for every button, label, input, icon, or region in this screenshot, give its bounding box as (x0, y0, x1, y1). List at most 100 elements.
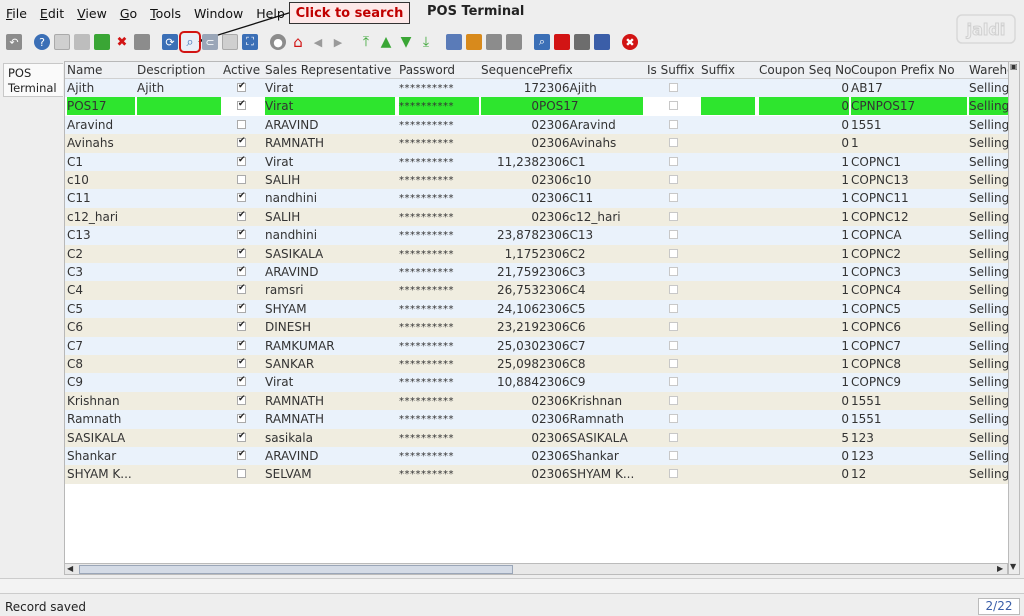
active-checkbox[interactable] (237, 99, 246, 111)
cell-sequence[interactable]: 0 (481, 136, 539, 150)
cell-sales-rep[interactable]: SANKAR (265, 357, 395, 371)
cell-coupon-seq[interactable]: 1 (759, 228, 849, 242)
print-preview-icon[interactable] (486, 34, 502, 50)
cell-prefix[interactable]: 2306Shankar (539, 449, 643, 463)
is-suffix-checkbox[interactable] (669, 359, 678, 368)
is-suffix-checkbox[interactable] (669, 101, 678, 111)
find-icon[interactable]: ⌕ (179, 31, 201, 53)
cell-name[interactable]: C5 (67, 302, 135, 316)
table-row[interactable]: KrishnanRAMNATH**********02306Krishnan01… (65, 391, 1019, 411)
cell-name[interactable]: Aravind (67, 118, 135, 132)
tab-pos-terminal[interactable]: POS Terminal (3, 63, 63, 97)
help-icon[interactable]: ? (34, 34, 50, 50)
cell-password[interactable]: ********** (399, 138, 479, 149)
cell-coupon-seq[interactable]: 1 (759, 302, 849, 316)
cell-sales-rep[interactable]: ARAVIND (265, 265, 395, 279)
undo-icon[interactable]: ↶ (6, 34, 22, 50)
active-checkbox[interactable] (237, 228, 246, 240)
cell-coupon-prefix[interactable]: COPNC7 (851, 339, 967, 353)
cell-prefix[interactable]: 2306C7 (539, 339, 643, 353)
cell-coupon-seq[interactable]: 0 (759, 118, 849, 132)
table-row[interactable]: AjithAjith Virat **********172306Ajith 0AB1… (65, 79, 1019, 98)
end-icon[interactable]: ✖ (622, 34, 638, 50)
cell-coupon-seq[interactable]: 0 (759, 394, 849, 408)
cell-name[interactable]: Ajith (67, 81, 135, 95)
cell-name[interactable]: C11 (67, 191, 135, 205)
cell-coupon-seq[interactable]: 5 (759, 431, 849, 445)
is-suffix-checkbox[interactable] (669, 322, 678, 332)
cell-name[interactable]: C9 (67, 375, 135, 389)
is-suffix-checkbox[interactable] (669, 156, 678, 166)
table-row[interactable]: ShankarARAVIND**********02306Shankar0123… (65, 447, 1019, 466)
is-suffix-checkbox[interactable] (669, 193, 678, 203)
print-icon[interactable] (506, 34, 522, 50)
cell-sales-rep[interactable]: Virat (265, 97, 395, 116)
column-header[interactable]: Is Suffix (647, 63, 695, 77)
cell-sequence[interactable]: 0 (481, 412, 539, 426)
cell-sequence[interactable]: 21,759 (481, 265, 539, 279)
active-checkbox[interactable] (237, 136, 246, 148)
cell-sequence[interactable]: 11,238 (481, 155, 539, 169)
zoom-across-icon[interactable]: ⌕ (534, 34, 550, 50)
cell-coupon-prefix[interactable]: COPNC6 (851, 320, 967, 334)
table-row[interactable]: C9Virat**********10,8842306C91COPNC9Sell… (65, 373, 1019, 392)
cell-prefix[interactable]: 2306C5 (539, 302, 643, 316)
vertical-scrollbar[interactable]: ▣ ▼ (1008, 61, 1020, 575)
cell-sales-rep[interactable]: RAMNATH (265, 412, 395, 426)
cell-password[interactable]: ********** (399, 175, 479, 186)
column-header[interactable]: Name (67, 63, 102, 77)
cell-name[interactable]: C4 (67, 283, 135, 297)
cell-coupon-seq[interactable]: 0 (759, 136, 849, 150)
is-suffix-checkbox[interactable] (669, 138, 678, 148)
cell-sales-rep[interactable]: Virat (265, 375, 395, 389)
cell-name[interactable]: Avinahs (67, 136, 135, 150)
table-row[interactable]: RamnathRAMNATH**********02306Ramnath0155… (65, 410, 1019, 429)
cell-password[interactable]: ********** (399, 451, 479, 462)
is-suffix-checkbox[interactable] (669, 119, 678, 129)
record-count[interactable]: 2/22 (978, 598, 1020, 615)
cell-password[interactable]: ********** (399, 396, 479, 407)
cell-coupon-seq[interactable]: 1 (759, 210, 849, 224)
active-checkbox[interactable] (237, 81, 246, 92)
cell-coupon-seq[interactable]: 1 (759, 339, 849, 353)
cell-coupon-seq[interactable]: 1 (759, 375, 849, 389)
cell-prefix[interactable]: 2306Avinahs (539, 136, 643, 150)
cell-sequence[interactable]: 0 (481, 394, 539, 408)
menu-edit[interactable]: Edit (40, 6, 64, 21)
cell-prefix[interactable]: 2306c10 (539, 173, 643, 187)
cell-sequence[interactable]: 0 (481, 97, 539, 116)
cell-name[interactable]: POS17 (67, 97, 135, 116)
cell-sales-rep[interactable]: ARAVIND (265, 449, 395, 463)
cell-prefix[interactable]: 2306Aravind (539, 118, 643, 132)
is-suffix-checkbox[interactable] (669, 377, 678, 387)
is-suffix-checkbox[interactable] (669, 267, 678, 276)
cell-coupon-prefix[interactable]: COPNC13 (851, 173, 967, 187)
refresh-icon[interactable]: ⟳ (162, 34, 178, 50)
active-checkbox[interactable] (237, 155, 246, 166)
cell-prefix[interactable]: 2306SASIKALA (539, 431, 643, 445)
active-checkbox[interactable] (237, 302, 246, 313)
cell-password[interactable]: ********** (399, 249, 479, 260)
cell-coupon-prefix[interactable]: COPNC2 (851, 247, 967, 261)
cell-prefix[interactable]: 2306C3 (539, 265, 643, 279)
cell-coupon-seq[interactable]: 1 (759, 173, 849, 187)
cell-name[interactable]: C7 (67, 339, 135, 353)
cell-name[interactable]: Shankar (67, 449, 135, 463)
cell-sequence[interactable]: 17 (481, 81, 539, 95)
grid-toggle-icon[interactable]: ⛶ (242, 34, 258, 50)
cell-prefix[interactable]: 2306C9 (539, 375, 643, 389)
active-checkbox[interactable] (237, 175, 246, 184)
cell-coupon-prefix[interactable]: 123 (851, 431, 967, 445)
last-record-icon[interactable]: ⤓ (418, 34, 434, 50)
cell-coupon-seq[interactable]: 1 (759, 283, 849, 297)
cell-name[interactable]: c10 (67, 173, 135, 187)
cell-coupon-prefix[interactable]: COPNC9 (851, 375, 967, 389)
is-suffix-checkbox[interactable] (669, 414, 678, 424)
table-row[interactable]: C5SHYAM**********24,1062306C51COPNC5Sell… (65, 299, 1019, 319)
save-icon[interactable] (134, 34, 150, 50)
table-row[interactable]: c12_hari SALIH **********02306c12_hari 1COP… (65, 207, 1019, 227)
cell-sales-rep[interactable]: SALIH (265, 173, 395, 187)
cell-coupon-prefix[interactable]: COPNC11 (851, 191, 967, 205)
active-checkbox[interactable] (237, 247, 246, 258)
is-suffix-checkbox[interactable] (669, 248, 678, 258)
